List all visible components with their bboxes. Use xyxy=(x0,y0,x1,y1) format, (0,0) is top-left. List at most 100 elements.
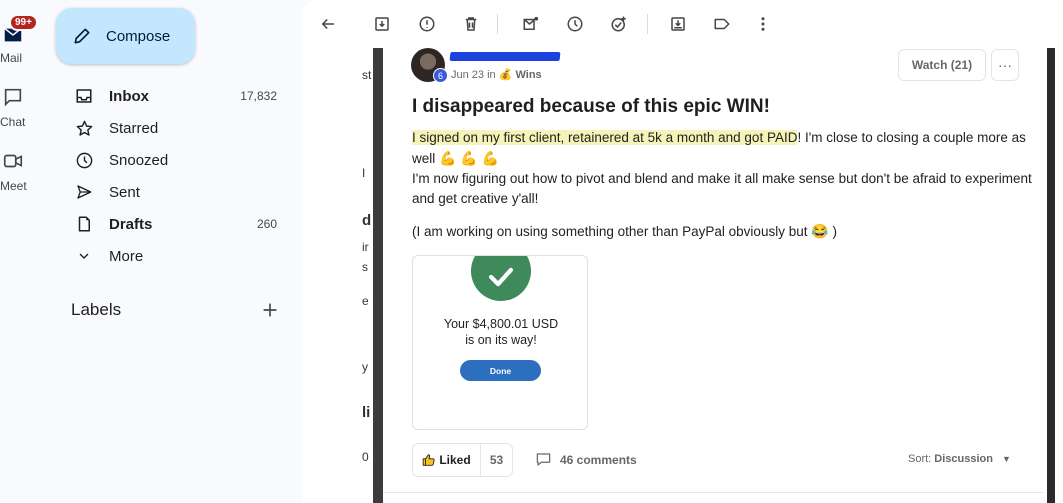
paragraph-text: ) xyxy=(832,224,837,239)
mark-unread-icon xyxy=(523,16,539,30)
liked-label: Liked xyxy=(439,453,471,467)
scrollbar[interactable] xyxy=(1047,48,1055,503)
fragment-text: s xyxy=(362,260,368,274)
paragraph-text: (I am working on using something other t… xyxy=(412,224,808,239)
toolbar-divider xyxy=(497,14,498,34)
fragment-text: d xyxy=(362,212,372,229)
fragment-text: I xyxy=(362,166,366,180)
compose-label: Compose xyxy=(106,27,171,45)
message-toolbar xyxy=(302,0,1063,48)
comments-link[interactable]: 46 comments xyxy=(535,452,637,467)
fragment-text: 0 xyxy=(362,450,369,464)
payment-receipt-image[interactable]: Your $4,800.01 USD is on its way! Done xyxy=(412,255,588,430)
back-button[interactable] xyxy=(316,12,340,36)
send-icon xyxy=(74,182,94,202)
post-paragraph-2: (I am working on using something other t… xyxy=(412,221,1032,242)
like-count[interactable]: 53 xyxy=(481,444,512,476)
like-control: Liked 53 xyxy=(412,443,513,477)
chat-icon xyxy=(4,88,22,107)
back-arrow-icon xyxy=(321,18,334,30)
rail-chat-label: Chat xyxy=(0,115,26,129)
nav-label: Inbox xyxy=(109,87,149,105)
sidebar: Compose Inbox 17,832 Starred Snoozed Sen… xyxy=(44,0,302,503)
nav-label: Snoozed xyxy=(109,151,169,169)
mail-unread-badge: 99+ xyxy=(9,14,38,31)
main-pane: st I d ir s e y li 0 6 Jun 23 in 💰 Wins … xyxy=(302,0,1063,503)
nav-label: Starred xyxy=(109,119,159,137)
video-camera-icon xyxy=(3,154,23,168)
divider xyxy=(383,492,1043,493)
sort-prefix: Sort: xyxy=(908,453,932,465)
nav-item-more[interactable]: More xyxy=(44,240,294,272)
pencil-icon xyxy=(74,28,90,44)
page-shadow-strip xyxy=(373,48,383,503)
delete-button[interactable] xyxy=(459,12,483,36)
nav-item-inbox[interactable]: Inbox 17,832 xyxy=(44,80,294,112)
sort-value: Discussion xyxy=(934,453,993,465)
community-post: 6 Jun 23 in 💰 Wins Watch (21) ··· I disa… xyxy=(383,48,1043,503)
receipt-done-button: Done xyxy=(460,360,541,381)
mark-unread-button[interactable] xyxy=(519,12,543,36)
label-icon xyxy=(714,18,730,30)
more-options-button[interactable] xyxy=(751,12,775,36)
toolbar-divider xyxy=(647,14,648,34)
level-badge: 6 xyxy=(433,68,448,83)
labels-heading: Labels xyxy=(71,300,122,319)
thumbs-up-icon xyxy=(423,454,435,466)
rail-mail[interactable]: 99+ Mail xyxy=(0,14,44,66)
nav-item-snoozed[interactable]: Snoozed xyxy=(44,144,294,176)
nav-item-starred[interactable]: Starred xyxy=(44,112,294,144)
archive-button[interactable] xyxy=(370,12,394,36)
nav-label: Drafts xyxy=(109,215,153,233)
rail-chat[interactable]: Chat xyxy=(0,86,44,130)
flexed-bicep-emoji: 💪 💪 💪 xyxy=(439,150,500,166)
post-paragraph-1: I signed on my first client, retainered … xyxy=(412,128,1032,209)
plus-icon[interactable] xyxy=(259,299,281,321)
rail-meet[interactable]: Meet xyxy=(0,150,44,194)
liked-button[interactable]: Liked xyxy=(413,444,481,476)
fragment-text: li xyxy=(362,404,371,421)
delete-icon xyxy=(465,17,477,31)
laughing-emoji: 😂 xyxy=(811,223,829,239)
fragment-text: e xyxy=(362,294,369,308)
snooze-button[interactable] xyxy=(563,12,587,36)
more-vert-icon xyxy=(761,17,765,31)
nav-item-sent[interactable]: Sent xyxy=(44,176,294,208)
post-meta: Jun 23 in 💰 Wins xyxy=(451,68,542,81)
rail-mail-label: Mail xyxy=(0,51,23,65)
draft-icon xyxy=(74,214,94,234)
compose-button[interactable]: Compose xyxy=(56,8,195,64)
post-date: Jun 23 in xyxy=(451,69,496,81)
post-title: I disappeared because of this epic WIN! xyxy=(412,96,770,117)
post-category[interactable]: Wins xyxy=(515,69,541,81)
fragment-text: ir xyxy=(362,240,369,254)
category-emoji: 💰 xyxy=(498,69,513,81)
highlighted-text: I signed on my first client, retainered … xyxy=(412,130,798,145)
add-task-button[interactable] xyxy=(607,12,631,36)
nav-count: 260 xyxy=(256,217,277,231)
snooze-icon xyxy=(567,16,583,32)
paragraph-text: I'm now figuring out how to pivot and bl… xyxy=(412,171,1032,206)
add-task-icon xyxy=(611,16,626,32)
nav-count: 17,832 xyxy=(240,89,277,103)
report-spam-button[interactable] xyxy=(415,12,439,36)
move-to-button[interactable] xyxy=(666,12,690,36)
inbox-icon xyxy=(74,86,94,106)
caret-down-icon: ▼ xyxy=(1002,454,1011,464)
rail-meet-label: Meet xyxy=(0,179,27,193)
archive-icon xyxy=(375,17,389,31)
watch-button[interactable]: Watch (21) xyxy=(898,49,986,81)
sort-dropdown[interactable]: Sort: Discussion ▼ xyxy=(908,453,1011,465)
post-more-button[interactable]: ··· xyxy=(991,49,1019,81)
report-spam-icon xyxy=(419,16,435,32)
fragment-text: y xyxy=(362,360,368,374)
receipt-line-2: is on its way! xyxy=(465,333,537,347)
fragment-text: st xyxy=(362,68,372,82)
comments-count: 46 comments xyxy=(560,452,637,467)
nav-label: More xyxy=(109,247,144,265)
label-button[interactable] xyxy=(710,12,734,36)
chevron-down-icon xyxy=(74,246,94,266)
move-to-icon xyxy=(671,17,685,31)
app-rail: 99+ Mail Chat Meet xyxy=(0,0,44,503)
nav-item-drafts[interactable]: Drafts 260 xyxy=(44,208,294,240)
